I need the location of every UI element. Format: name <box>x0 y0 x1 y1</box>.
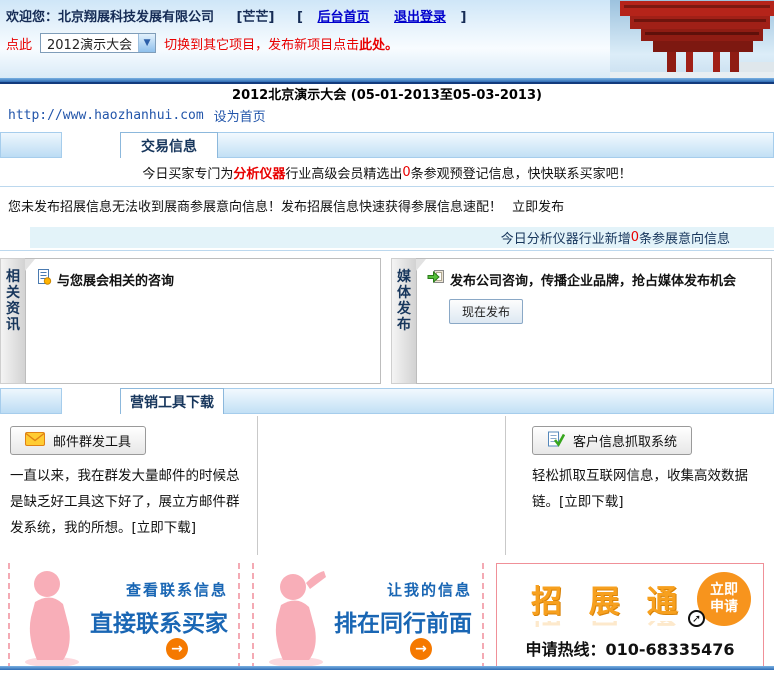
apply-badge-line1: 立即 <box>710 582 738 599</box>
tab-gap <box>62 388 120 414</box>
email-tool-desc: 一直以来，我在群发大量邮件的时候总是缺乏好工具这下好了，展立方邮件群发系统，我的… <box>10 463 249 541</box>
tab-gap <box>62 132 120 158</box>
rank-banner-line1: 让我的信息 <box>334 579 472 600</box>
related-news-box: 与您展会相关的咨询 <box>25 258 381 384</box>
email-tool-button[interactable]: 邮件群发工具 <box>10 426 146 455</box>
zhaozhantong-banner[interactable]: 招 展 通 招 展 通 立即 申请 ➚ 申请热线：010-68335476 <box>496 563 764 669</box>
email-tool-desc-text: 一直以来，我在群发大量邮件的时候总是缺乏好工具这下好了，展立方邮件群发系统，我的… <box>10 468 240 536</box>
arrow-right-icon[interactable]: → <box>410 638 432 660</box>
email-tool-column: 邮件群发工具 一直以来，我在群发大量邮件的时候总是缺乏好工具这下好了，展立方邮件… <box>0 416 258 555</box>
person-waving-icon <box>266 569 328 671</box>
apply-now-badge[interactable]: 立即 申请 <box>697 572 751 626</box>
capture-tool-desc: 轻松抓取互联网信息，收集高效数据链。[立即下载] <box>532 463 766 515</box>
logout-link[interactable]: 退出登录 <box>394 10 446 25</box>
daily-count: 0 <box>631 230 639 245</box>
notice-industry: 分析仪器 <box>233 163 285 182</box>
capture-tool-column: 客户信息抓取系统 轻松抓取互联网信息，收集高效数据链。[立即下载] <box>506 416 774 555</box>
media-publish-side-label: 媒体发布 <box>391 258 416 384</box>
zhaozhantong-title-text: 招 展 通 <box>531 576 686 621</box>
related-news-heading-text: 与您展会相关的咨询 <box>57 270 174 289</box>
switch-project-text: 切换到其它项目，发布新项目点击 <box>164 34 359 53</box>
contact-buyers-banner[interactable]: 查看联系信息 直接联系买家 → <box>8 563 240 669</box>
media-publish-heading-text: 发布公司咨询，传播企业品牌，抢占媒体发布机会 <box>450 270 736 289</box>
zhaozhantong-title-reflection: 招 展 通 <box>531 621 686 636</box>
related-news-heading: 与您展会相关的咨询 <box>36 269 370 289</box>
media-publish-panel: 媒体发布 发布公司咨询，传播企业品牌，抢占媒体发布机会 现在发布 <box>391 258 772 384</box>
arrow-right-icon[interactable]: → <box>166 638 188 660</box>
capture-tool-button[interactable]: 客户信息抓取系统 <box>532 426 692 455</box>
user-nickname: [芒芒] <box>237 10 275 25</box>
daily-prefix: 今日分析仪器行业新增 <box>501 228 631 247</box>
chevron-down-icon: ▼ <box>138 34 155 52</box>
expo-building-image <box>610 0 774 78</box>
publish-warning: 您未发布招展信息无法收到展商参展意向信息！发布招展信息快速获得参展信息速配！ 立… <box>0 187 774 219</box>
daily-intent-strip: 今日分析仪器行业新增 0 条参展意向信息 <box>30 227 774 248</box>
welcome-text: 欢迎您：北京翔展科技发展有限公司 <box>6 10 214 25</box>
promo-banners: 查看联系信息 直接联系买家 → 让我的信息 排在同行前面 → <box>0 555 774 673</box>
document-icon <box>36 269 52 289</box>
click-here-label: 点此 <box>6 34 32 53</box>
trade-tab-row: 交易信息 <box>0 132 774 158</box>
site-url-link[interactable]: http://www.haozhanhui.com <box>8 108 204 123</box>
event-title: 2012北京演示大会 (05-01-2013至05-03-2013) <box>0 84 774 102</box>
document-check-icon <box>547 431 565 450</box>
footer-divider-bar <box>0 666 774 670</box>
related-news-side-label: 相关资讯 <box>0 258 25 384</box>
publish-now-button[interactable]: 现在发布 <box>449 299 523 324</box>
related-news-panel: 相关资讯 与您展会相关的咨询 <box>0 258 381 384</box>
capture-tool-download-link[interactable]: [立即下载] <box>559 494 624 510</box>
site-bar: http://www.haozhanhui.com 设为首页 <box>0 102 774 128</box>
tools-section: 邮件群发工具 一直以来，我在群发大量邮件的时候总是缺乏好工具这下好了，展立方邮件… <box>0 416 774 555</box>
set-homepage-link[interactable]: 设为首页 <box>214 106 266 125</box>
header: 欢迎您：北京翔展科技发展有限公司 [芒芒] [ 后台首页 退出登录 ] 点此 2… <box>0 0 774 78</box>
email-tool-download-link[interactable]: [立即下载] <box>132 520 197 536</box>
bracket-close: ] <box>461 10 467 25</box>
tab-strip <box>218 132 774 158</box>
project-select[interactable]: 2012演示大会 ▼ <box>40 33 156 53</box>
contact-banner-line2: 直接联系买家 <box>90 604 228 638</box>
media-publish-box: 发布公司咨询，传播企业品牌，抢占媒体发布机会 现在发布 <box>416 258 772 384</box>
tab-strip <box>224 388 774 414</box>
capture-tool-button-label: 客户信息抓取系统 <box>573 431 677 450</box>
bracket-open: [ <box>297 10 303 25</box>
publish-now-link[interactable]: 立即发布 <box>512 200 564 215</box>
envelope-icon <box>25 432 45 449</box>
project-select-value: 2012演示大会 <box>41 34 138 53</box>
page: 欢迎您：北京翔展科技发展有限公司 [芒芒] [ 后台首页 退出登录 ] 点此 2… <box>0 0 774 670</box>
tab-stub <box>0 388 62 414</box>
notice-mid: 行业高级会员精选出 <box>285 163 402 182</box>
warning-text: 您未发布招展信息无法收到展商参展意向信息！发布招展信息快速获得参展信息速配！ <box>8 200 502 215</box>
empty-tool-column <box>258 416 506 555</box>
apply-badge-line2: 申请 <box>710 599 738 616</box>
info-panels: 相关资讯 与您展会相关的咨询 媒体发布 <box>0 251 774 384</box>
rank-banner-text: 让我的信息 排在同行前面 <box>334 579 472 638</box>
tools-tab-row: 营销工具下载 <box>0 388 774 414</box>
switch-here-link[interactable]: 此处 <box>359 34 385 53</box>
daily-suffix: 条参展意向信息 <box>639 228 730 247</box>
contact-banner-line1: 查看联系信息 <box>90 579 228 600</box>
media-publish-heading: 发布公司咨询，传播企业品牌，抢占媒体发布机会 <box>427 269 761 289</box>
tab-trade-info[interactable]: 交易信息 <box>120 132 218 158</box>
person-silhouette-icon <box>22 569 84 671</box>
switch-period: 。 <box>385 34 398 53</box>
rank-first-banner[interactable]: 让我的信息 排在同行前面 → <box>252 563 484 669</box>
contact-banner-text: 查看联系信息 直接联系买家 <box>90 579 228 638</box>
notice-suffix: 条参观预登记信息，快快联系买家吧！ <box>411 163 632 182</box>
backend-home-link[interactable]: 后台首页 <box>317 10 369 25</box>
rank-banner-line2: 排在同行前面 <box>334 604 472 638</box>
notice-count: 0 <box>402 165 410 180</box>
zhaozhantong-title: 招 展 通 招 展 通 <box>531 576 686 636</box>
apply-hotline: 申请热线：010-68335476 <box>497 636 763 660</box>
publish-arrow-icon <box>427 269 445 289</box>
welcome-bar: 欢迎您：北京翔展科技发展有限公司 [芒芒] [ 后台首页 退出登录 ] <box>6 6 467 25</box>
buyer-notice: 今日买家专门为 分析仪器 行业高级会员精选出 0 条参观预登记信息，快快联系买家… <box>0 158 774 187</box>
project-switch-bar: 点此 2012演示大会 ▼ 切换到其它项目，发布新项目点击 此处 。 <box>6 33 398 53</box>
email-tool-button-label: 邮件群发工具 <box>53 431 131 450</box>
tab-marketing-tools[interactable]: 营销工具下载 <box>120 388 224 414</box>
notice-prefix: 今日买家专门为 <box>142 163 233 182</box>
tab-stub <box>0 132 62 158</box>
curved-arrow-icon: ➚ <box>688 610 705 627</box>
